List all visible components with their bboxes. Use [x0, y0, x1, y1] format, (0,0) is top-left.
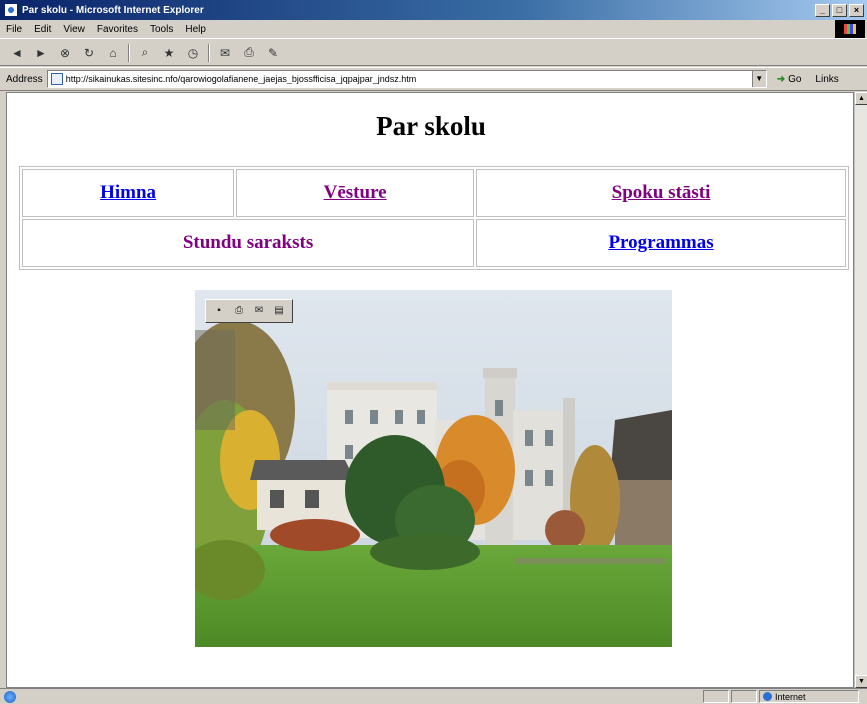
- ie-status-icon: [4, 690, 16, 703]
- link-spoku-stasti[interactable]: Spoku stāsti: [612, 182, 711, 203]
- print-icon[interactable]: ⎙: [231, 304, 247, 318]
- link-programmas[interactable]: Programmas: [608, 232, 713, 253]
- search-icon[interactable]: ⌕: [136, 44, 154, 62]
- toolbar-separator: [208, 43, 210, 62]
- scroll-down-icon[interactable]: ▼: [855, 675, 867, 688]
- menu-view[interactable]: View: [57, 24, 91, 35]
- close-button[interactable]: ×: [849, 3, 864, 17]
- vertical-scrollbar[interactable]: ▲ ▼: [854, 92, 867, 688]
- link-stundu-saraksts[interactable]: Stundu saraksts: [183, 232, 313, 253]
- nav-row: Himna Vēsture Spoku stāsti: [22, 169, 846, 217]
- scroll-up-icon[interactable]: ▲: [855, 92, 867, 105]
- standard-toolbar: ◄ ► ⊗ ↻ ⌂ ⌕ ★ ◷ ✉ ⎙ ✎: [0, 40, 867, 66]
- minimize-button[interactable]: _: [815, 3, 830, 17]
- edit-icon[interactable]: ✎: [264, 44, 282, 62]
- menu-bar: File Edit View Favorites Tools Help: [0, 20, 867, 39]
- home-icon[interactable]: ⌂: [104, 44, 122, 62]
- windows-flag-icon: [844, 24, 856, 34]
- go-label: Go: [788, 73, 802, 85]
- history-icon[interactable]: ◷: [184, 44, 202, 62]
- nav-cell: Stundu saraksts: [22, 219, 475, 267]
- windows-logo: [835, 20, 865, 38]
- link-himna[interactable]: Himna: [100, 182, 156, 203]
- favorites-icon[interactable]: ★: [160, 44, 178, 62]
- status-bar: Internet: [0, 688, 867, 704]
- toolbar-separator: [128, 43, 130, 62]
- status-panel: [703, 690, 729, 703]
- print-icon[interactable]: ⎙: [240, 44, 258, 62]
- folder-icon[interactable]: ▤: [271, 304, 287, 318]
- nav-cell: Himna: [22, 169, 235, 217]
- nav-cell: Spoku stāsti: [476, 169, 846, 217]
- status-panel: [731, 690, 757, 703]
- address-input[interactable]: http://sikainukas.sitesinc.nfo/qarowiogo…: [46, 70, 767, 88]
- window-controls: _ □ ×: [815, 3, 864, 17]
- save-icon[interactable]: ▪: [211, 304, 227, 318]
- nav-cell: Programmas: [476, 219, 846, 267]
- mail-icon[interactable]: ✉: [216, 44, 234, 62]
- address-label: Address: [6, 73, 43, 85]
- ie-icon: [4, 3, 18, 17]
- nav-cell: Vēsture: [236, 169, 475, 217]
- menu-file[interactable]: File: [0, 24, 28, 35]
- zone-label: Internet: [775, 691, 806, 702]
- school-photo: [195, 290, 672, 647]
- page-title: Par skolu: [376, 111, 486, 141]
- menu-help[interactable]: Help: [179, 24, 212, 35]
- refresh-icon[interactable]: ↻: [80, 44, 98, 62]
- chevron-down-icon[interactable]: ▼: [751, 71, 766, 87]
- mail-icon[interactable]: ✉: [251, 304, 267, 318]
- globe-icon: [763, 692, 772, 701]
- stop-icon[interactable]: ⊗: [56, 44, 74, 62]
- back-icon[interactable]: ◄: [8, 44, 26, 62]
- link-vesture[interactable]: Vēsture: [324, 182, 387, 203]
- page-icon: [50, 73, 63, 85]
- links-button[interactable]: Links: [815, 74, 838, 85]
- page-viewport: Par skolu Himna Vēsture Spoku stāsti Stu…: [6, 92, 854, 688]
- window-title: Par skolu - Microsoft Internet Explorer: [22, 4, 204, 16]
- menu-tools[interactable]: Tools: [144, 24, 179, 35]
- security-zone: Internet: [759, 690, 859, 703]
- forward-icon[interactable]: ►: [32, 44, 50, 62]
- image-toolbar: ▪ ⎙ ✉ ▤: [205, 299, 293, 323]
- maximize-button[interactable]: □: [832, 3, 847, 17]
- menu-favorites[interactable]: Favorites: [91, 24, 144, 35]
- address-bar: Address http://sikainukas.sitesinc.nfo/q…: [0, 67, 867, 91]
- go-arrow-icon: ➜: [776, 73, 786, 85]
- menu-edit[interactable]: Edit: [28, 24, 57, 35]
- nav-table: Himna Vēsture Spoku stāsti Stundu saraks…: [19, 166, 849, 270]
- window-titlebar[interactable]: Par skolu - Microsoft Internet Explorer …: [0, 0, 867, 20]
- nav-row: Stundu saraksts Programmas: [22, 219, 846, 267]
- address-url[interactable]: http://sikainukas.sitesinc.nfo/qarowiogo…: [66, 74, 752, 84]
- go-button[interactable]: ➜ Go: [777, 74, 802, 85]
